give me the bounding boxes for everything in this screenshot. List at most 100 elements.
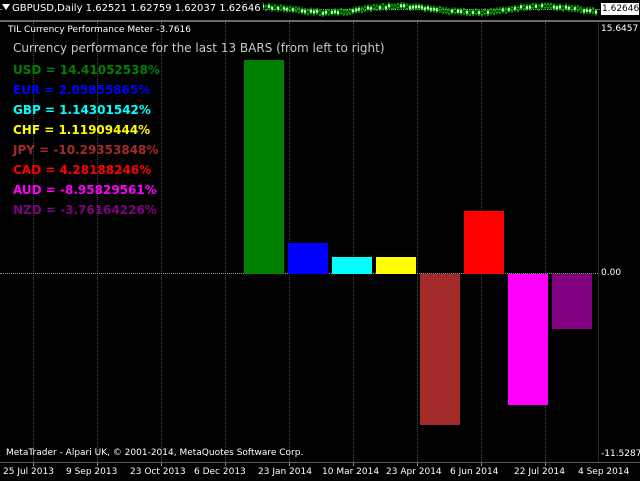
candle-body [381,4,385,9]
candle-body [417,5,421,9]
current-price-label: 1.62646 [601,3,640,15]
currency-line-jpy: JPY = -10.29353848% [13,143,159,157]
date-label: 22 Jul 2014 [514,467,565,477]
candle-body [327,10,331,15]
chart-title-text: GBPUSD,Daily 1.62521 1.62759 1.62037 1.6… [12,3,261,14]
axis-min-label: -11.5287 [601,449,640,459]
candle-body [540,3,544,8]
candle-body [477,10,481,15]
candle-body [534,4,538,9]
bar-jpy [420,274,460,425]
price-chart-strip[interactable]: GBPUSD,Daily 1.62521 1.62759 1.62037 1.6… [0,0,600,20]
date-label: 6 Jun 2014 [450,467,499,477]
bar-gbp [332,257,372,274]
dropdown-arrow-icon[interactable] [2,4,10,10]
grid-line [353,22,354,462]
candle-body [489,9,493,14]
grid-line [225,22,226,462]
candle-body [480,11,484,15]
candle-body [462,9,466,14]
currency-line-usd: USD = 14.41052538% [13,63,160,77]
candle-body [549,4,553,9]
price-axis-border [598,22,599,462]
candle-body [594,10,598,14]
currency-line-gbp: GBP = 1.14301542% [13,103,151,117]
copyright-text: MetaTrader - Alpari UK, © 2001-2014, Met… [6,448,304,458]
candle-body [486,10,490,15]
candle-body [402,4,406,8]
date-label: 23 Apr 2014 [386,467,442,477]
bar-chf [376,257,416,274]
date-label: 23 Oct 2013 [130,467,186,477]
candle-body [474,9,478,14]
grid-line [161,22,162,462]
bar-cad [464,210,504,274]
candle-body [318,11,322,15]
date-tick [481,463,482,466]
performance-heading: Currency performance for the last 13 BAR… [13,41,385,55]
candle-body [543,4,547,8]
candle-body [414,5,418,9]
indicator-name: TIL Currency Performance Meter -3.7616 [8,25,191,35]
candle-body [471,10,475,15]
currency-line-cad: CAD = 4.28188246% [13,163,152,177]
date-tick [353,463,354,466]
candle-body [450,9,454,13]
candle-body [348,9,352,14]
candle-body [306,10,310,14]
candle-body [309,9,313,13]
candle-body [336,10,340,15]
candle-body [324,10,328,15]
candle-body [315,9,319,14]
candle-body [342,10,346,15]
candle-body [465,10,469,15]
date-label: 6 Dec 2013 [194,467,246,477]
candle-body [393,5,397,9]
candle-body [339,9,343,14]
date-tick [289,463,290,466]
date-tick [97,463,98,466]
candle-body [531,4,535,8]
candle-body [396,4,400,8]
axis-max-label: 15.6457 [601,24,639,34]
date-label: 10 Mar 2014 [322,467,380,477]
date-label: 4 Sep 2014 [578,467,630,477]
candle-body [483,10,487,14]
currency-line-aud: AUD = -8.95829561% [13,183,157,197]
date-tick [225,463,226,466]
date-axis[interactable]: 25 Jul 2013 9 Sep 2013 23 Oct 2013 6 Dec… [0,462,640,481]
currency-line-eur: EUR = 2.05855865% [13,83,151,97]
candle-body [546,4,550,8]
grid-line [417,22,418,462]
candle-body [447,9,451,14]
candle-body [519,5,523,9]
candle-body [333,10,337,14]
candle-body [456,9,460,13]
chart-title: GBPUSD,Daily 1.62521 1.62759 1.62037 1.6… [2,3,263,14]
candle-body [468,10,472,15]
candle-body [312,10,316,14]
date-label: 23 Jan 2014 [258,467,312,477]
bar-usd [244,60,284,274]
candle-body [492,9,496,14]
date-tick [417,463,418,466]
currency-line-nzd: NZD = -3.76164226% [13,203,157,217]
candle-body [267,4,271,9]
candle-body [405,5,409,9]
date-tick [161,463,162,466]
date-tick [33,463,34,466]
date-label: 9 Sep 2013 [66,467,118,477]
candle-body [399,4,403,8]
axis-zero-label: 0.00 [601,268,622,278]
bar-nzd [552,274,592,330]
candle-body [459,9,463,14]
bar-eur [288,243,328,274]
candle-body [387,4,391,8]
currency-line-chf: CHF = 1.11909444% [13,123,151,137]
grid-line [289,22,290,462]
date-label: 25 Jul 2013 [3,467,54,477]
candle-body [303,9,307,14]
date-tick [545,463,546,466]
candle-body [330,10,334,15]
candle-body [345,10,349,14]
